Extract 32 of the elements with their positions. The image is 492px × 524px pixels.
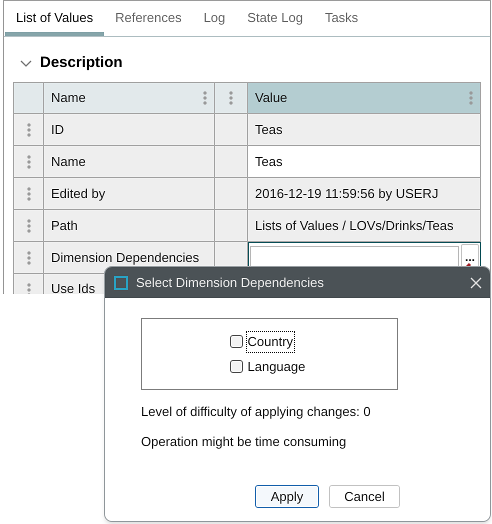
tab[interactable]: Log <box>192 1 236 36</box>
window-icon <box>114 276 128 290</box>
tab[interactable]: References <box>104 1 193 36</box>
drag-handle-icon[interactable] <box>229 91 233 105</box>
checkbox-label[interactable]: Language <box>246 356 306 376</box>
checkbox-label[interactable]: Country <box>246 332 294 352</box>
drag-handle-icon[interactable] <box>469 91 473 105</box>
column-label: Value <box>255 89 288 108</box>
dialog-title: Select Dimension Dependencies <box>136 274 325 292</box>
info-text: Level of difficulty of applying changes: 0 <box>141 403 372 421</box>
drag-handle-icon[interactable] <box>26 154 30 168</box>
drag-handle-icon[interactable] <box>203 91 207 105</box>
drag-handle-icon[interactable] <box>26 282 30 294</box>
text-field[interactable]: Teas <box>248 146 481 178</box>
checkbox[interactable] <box>230 335 242 348</box>
tab[interactable]: State Log <box>236 1 314 36</box>
apply-button[interactable]: Apply <box>255 485 319 508</box>
cancel-button[interactable]: Cancel <box>329 485 400 508</box>
chevron-down-icon[interactable] <box>20 60 32 68</box>
drag-handle-icon[interactable] <box>26 250 30 264</box>
column-header[interactable]: Name <box>44 83 215 114</box>
drag-handle-icon[interactable] <box>26 122 30 136</box>
column-label: Name <box>51 89 86 108</box>
tab[interactable]: Tasks <box>314 1 370 36</box>
checkbox[interactable] <box>230 360 242 373</box>
section-title: Description <box>40 53 123 74</box>
drag-handle-icon[interactable] <box>26 218 30 232</box>
tab[interactable]: List of Values <box>5 1 104 36</box>
close-icon[interactable] <box>470 276 482 288</box>
drag-handle-icon[interactable] <box>26 186 30 200</box>
column-header[interactable]: Value <box>248 83 481 114</box>
info-text: Operation might be time consuming <box>141 432 348 451</box>
